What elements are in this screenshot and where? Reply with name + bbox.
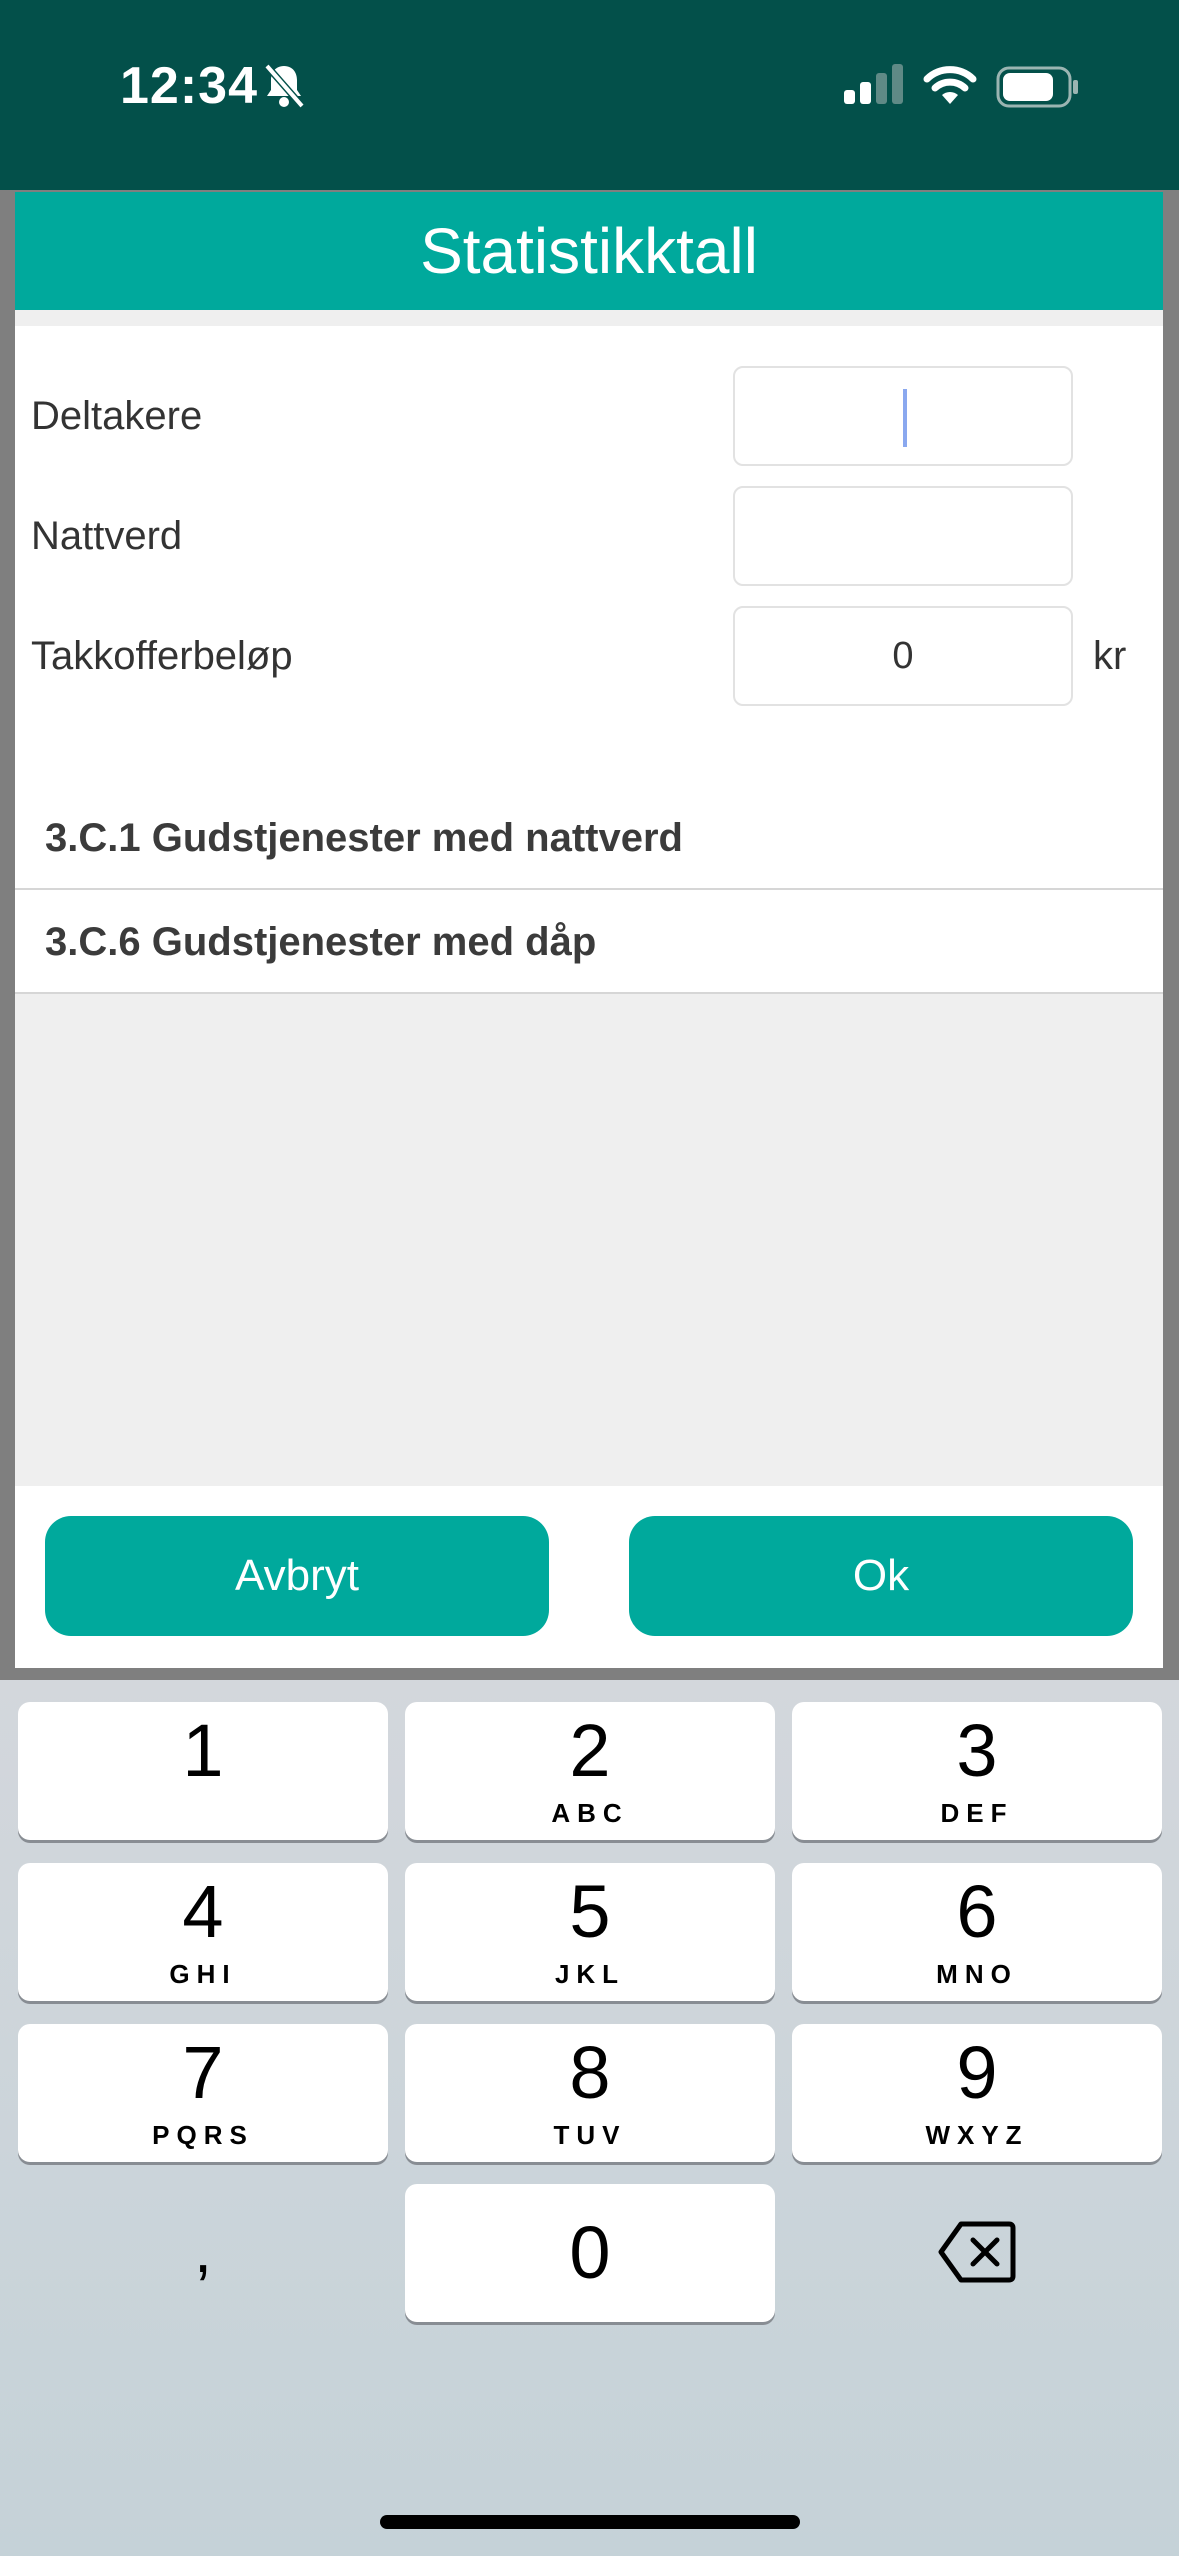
key-letters: JKL (554, 1959, 626, 1989)
cellular-signal-icon (844, 64, 903, 104)
key-8[interactable]: 8 TUV (405, 2024, 775, 2162)
key-7[interactable]: 7 PQRS (18, 2024, 388, 2162)
participants-label: Deltakere (31, 394, 203, 438)
list-item-communion-services[interactable]: 3.C.1 Gudstjenester med nattverd (15, 786, 1163, 890)
key-digit: 0 (569, 2211, 611, 2294)
backspace-icon (938, 2221, 1016, 2283)
currency-unit: kr (1093, 634, 1127, 678)
key-4[interactable]: 4 GHI (18, 1863, 388, 2001)
key-letters: PQRS (152, 2120, 254, 2150)
status-time: 12:34 (120, 57, 258, 115)
offering-input[interactable]: 0 (733, 606, 1073, 706)
list-item-baptism-services[interactable]: 3.C.6 Gudstjenester med dåp (15, 890, 1163, 994)
key-5[interactable]: 5 JKL (405, 1863, 775, 2001)
communion-label: Nattverd (31, 514, 183, 558)
key-letters: TUV (553, 2120, 627, 2150)
dialog-title: Statistikktall (15, 192, 1163, 310)
key-digit: 9 (956, 2031, 998, 2114)
key-3[interactable]: 3 DEF (792, 1702, 1162, 1840)
key-9[interactable]: 9 WXYZ (792, 2024, 1162, 2162)
key-letters: GHI (169, 1959, 237, 1989)
key-digit: 7 (182, 2031, 224, 2114)
key-0[interactable]: 0 (405, 2184, 775, 2322)
text-cursor (903, 388, 907, 447)
key-letters: WXYZ (925, 2120, 1029, 2150)
comma-glyph: , (194, 2214, 212, 2286)
delete-key[interactable] (792, 2184, 1162, 2322)
cancel-button[interactable]: Avbryt (45, 1516, 549, 1636)
key-digit: 4 (182, 1870, 224, 1953)
statistics-dialog: Statistikktall Deltakere Nattverd Takkof… (15, 192, 1163, 1668)
key-2[interactable]: 2 ABC (405, 1702, 775, 1840)
key-letters: ABC (551, 1798, 629, 1828)
key-digit: 3 (956, 1709, 998, 1792)
key-letters: MNO (936, 1959, 1018, 1989)
wifi-icon (923, 66, 977, 104)
key-digit: 2 (569, 1709, 611, 1792)
key-comma[interactable]: , (18, 2184, 388, 2322)
communion-input[interactable] (733, 486, 1073, 586)
key-digit: 5 (569, 1870, 611, 1953)
numeric-keyboard: 1 2 ABC 3 DEF 4 GHI 5 JKL 6 MNO 7 PQRS 8… (0, 1680, 1179, 2556)
key-digit: 6 (956, 1870, 998, 1953)
key-letters: DEF (940, 1798, 1014, 1828)
status-bar: 12:34 (0, 0, 1179, 190)
home-indicator[interactable] (380, 2515, 800, 2529)
battery-icon (996, 66, 1078, 108)
dialog-footer: Avbryt Ok (15, 1486, 1163, 1668)
key-6[interactable]: 6 MNO (792, 1863, 1162, 2001)
key-digit: 1 (182, 1709, 224, 1792)
silent-bell-icon (264, 63, 305, 108)
key-1[interactable]: 1 (18, 1702, 388, 1840)
offering-label: Takkofferbeløp (31, 634, 293, 678)
key-digit: 8 (569, 2031, 611, 2114)
participants-input[interactable] (733, 366, 1073, 466)
ok-button[interactable]: Ok (629, 1516, 1133, 1636)
